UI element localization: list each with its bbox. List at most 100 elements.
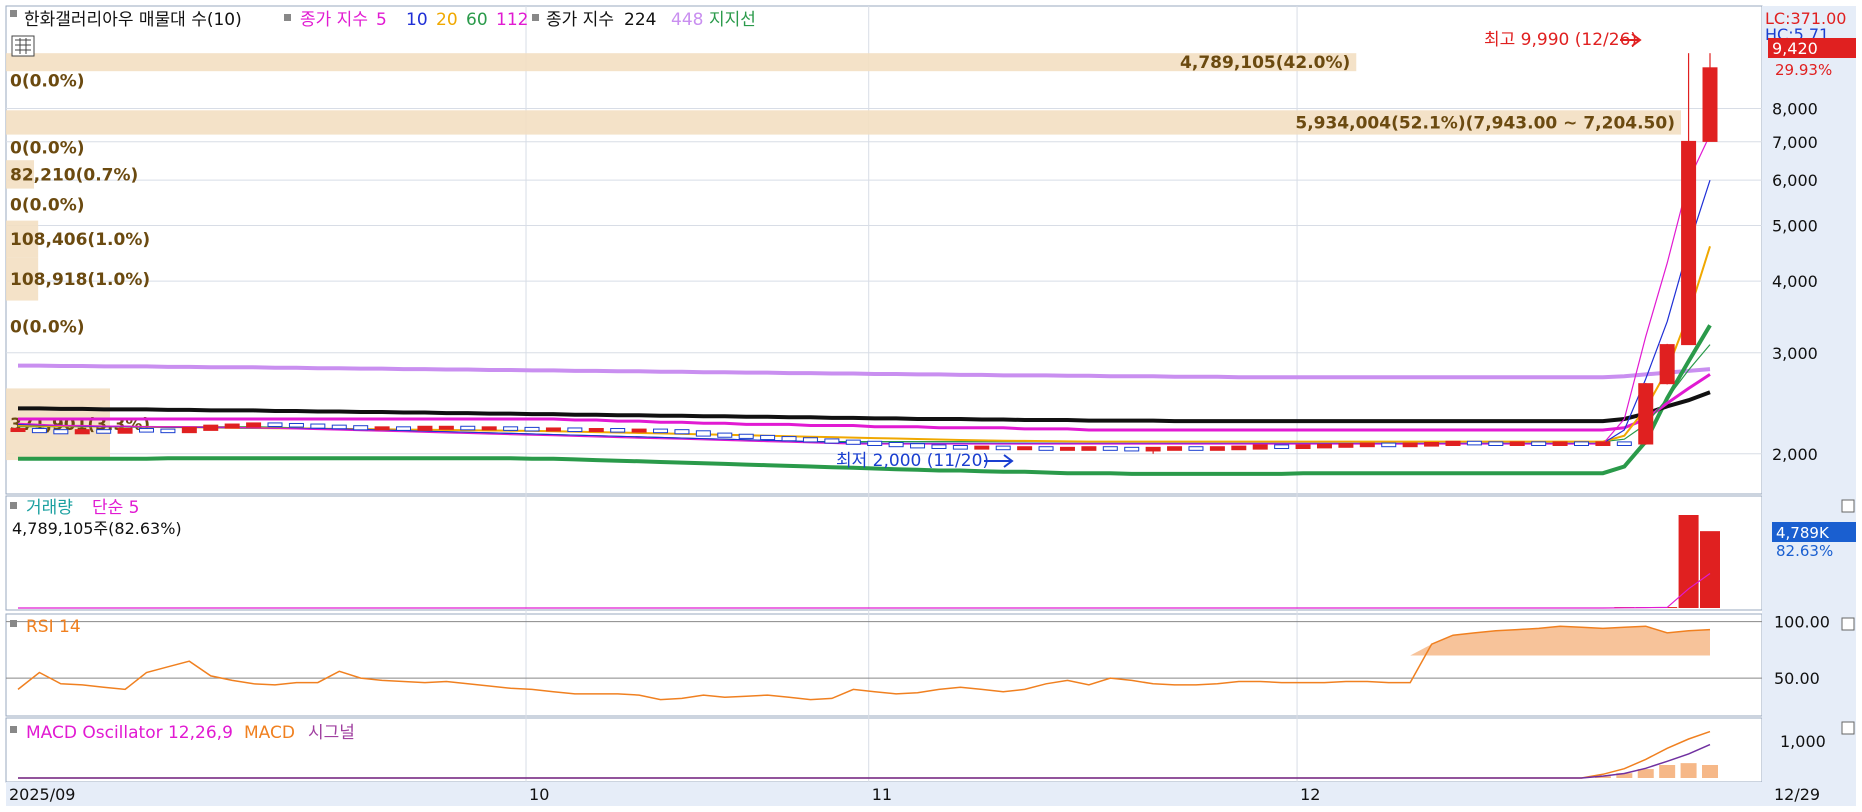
- grid-toggle-icon[interactable]: [11, 35, 35, 57]
- macd-osc-bar: [1659, 765, 1676, 778]
- candle-body: [1316, 443, 1332, 449]
- price-tick-label: 3,000: [1772, 344, 1818, 363]
- candle-body: [481, 426, 497, 431]
- right-axis-bg: [1762, 6, 1856, 782]
- candle-body: [1552, 441, 1568, 446]
- volume-profile-label: 0(0.0%): [10, 196, 85, 216]
- candle-body: [824, 438, 840, 444]
- rsi-tick-label: 50.00: [1774, 669, 1820, 688]
- legend-ma224: 224: [624, 10, 656, 30]
- legend-ma112: 112: [496, 10, 528, 30]
- legend-title: 한화갤러리아우 매물대 수(10): [24, 10, 242, 30]
- candle-body: [1466, 440, 1482, 446]
- price-tick-label: 6,000: [1772, 171, 1818, 190]
- volume-title: 거래량: [26, 498, 73, 518]
- candle-body: [74, 429, 90, 435]
- candle-body: [952, 445, 968, 450]
- candle-body: [139, 428, 155, 433]
- candle-body: [1402, 442, 1418, 448]
- candle-body: [460, 425, 476, 431]
- candle-body: [1059, 446, 1075, 451]
- candle-body: [374, 426, 390, 431]
- volume-profile-label: 108,918(1.0%): [10, 270, 150, 290]
- volume-close-icon[interactable]: [1841, 499, 1855, 513]
- volume-profile-label: 0(0.0%): [10, 138, 85, 158]
- candle-body: [224, 423, 240, 429]
- x-tick-label: 2025/09: [9, 785, 75, 804]
- candle-body: [1017, 446, 1033, 451]
- macd-tick-label: 1,000: [1780, 732, 1826, 751]
- candle-body: [1616, 441, 1632, 446]
- candle-body: [524, 426, 540, 432]
- candle-body: [653, 428, 669, 434]
- legend-ma20: 20: [436, 10, 458, 30]
- candle-body: [1167, 446, 1183, 451]
- candle-body: [1509, 441, 1525, 446]
- candle-body: [353, 425, 369, 431]
- candle-body: [931, 444, 947, 450]
- legend-square-icon: [10, 10, 17, 17]
- candle-body: [1595, 441, 1611, 446]
- volume-panel-frame: [5, 495, 1763, 611]
- candle-body: [867, 440, 883, 446]
- bottom-axis-bg: [6, 782, 1856, 806]
- candle-body: [310, 423, 326, 429]
- candle-body: [181, 426, 197, 434]
- candle-body: [438, 425, 454, 430]
- candle-body: [1295, 444, 1311, 450]
- candle-body: [96, 429, 112, 434]
- x-tick-label: 11: [872, 785, 892, 804]
- candle-body: [995, 445, 1011, 451]
- volume-bar: [1700, 531, 1720, 608]
- stock-chart: 4,789,105(42.0%) 0(0.0%) 5,934,004(52.1%)(…: [5, 5, 1856, 806]
- candle-body: [246, 422, 262, 428]
- candle-body: [1338, 443, 1354, 448]
- volume-bar: [1678, 515, 1699, 608]
- candle-body: [1488, 441, 1504, 446]
- candle-body: [888, 441, 904, 448]
- rsi-tick-label: 100.00: [1774, 613, 1830, 632]
- low-price-label: 최저 2,000 (11/20): [836, 451, 989, 471]
- candle-body: [10, 428, 26, 433]
- candle-body: [1274, 444, 1290, 450]
- candle-body: [1681, 140, 1697, 346]
- rsi-panel-frame: [5, 613, 1763, 717]
- macd-close-icon[interactable]: [1841, 721, 1855, 735]
- high-price-label: 최고 9,990 (12/26): [1484, 30, 1637, 50]
- change-pct: 29.93%: [1775, 61, 1832, 79]
- candle-body: [545, 427, 561, 432]
- candle-body: [1638, 383, 1654, 445]
- volume-profile-label: 82,210(0.7%): [10, 165, 138, 185]
- candle-body: [1359, 442, 1375, 448]
- candle-body: [845, 439, 861, 445]
- candle-body: [802, 437, 818, 443]
- candle-body: [1145, 446, 1161, 452]
- volume-right-value: 4,789K: [1776, 524, 1830, 542]
- volume-right-pct: 82.63%: [1776, 542, 1833, 560]
- candle-body: [1188, 446, 1204, 451]
- legend-ma-prefix: 종가 지수: [300, 10, 368, 30]
- macd-osc-bar: [1637, 769, 1654, 778]
- macd-label: MACD: [244, 723, 295, 743]
- candle-body: [1252, 444, 1268, 450]
- candle-body: [974, 445, 990, 450]
- candle-body: [417, 425, 433, 431]
- candle-body: [53, 429, 69, 435]
- candle-body: [1124, 446, 1140, 452]
- candle-body: [1445, 440, 1461, 446]
- price-tick-label: 4,000: [1772, 272, 1818, 291]
- current-price: 9,420: [1772, 39, 1818, 58]
- candle-body: [674, 429, 690, 435]
- rsi-close-icon[interactable]: [1841, 617, 1855, 631]
- candle-body: [267, 422, 283, 427]
- candle-body: [588, 428, 604, 433]
- candle-body: [1573, 441, 1589, 446]
- volume-profile-label: 108,406(1.0%): [10, 230, 150, 250]
- candle-body: [1209, 446, 1225, 451]
- x-tick-label: 10: [529, 785, 549, 804]
- candle-body: [117, 428, 133, 434]
- candle-body: [738, 433, 754, 439]
- legend-ma10: 10: [406, 10, 428, 30]
- legend-square-icon: [10, 726, 17, 733]
- legend-square-icon: [284, 14, 291, 21]
